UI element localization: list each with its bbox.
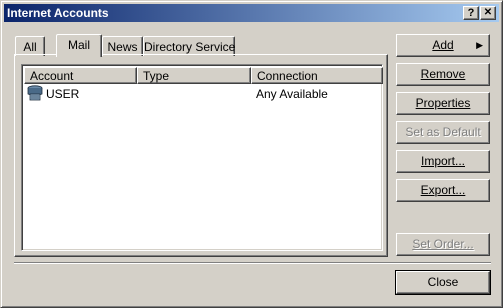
properties-button-label: Properties bbox=[415, 96, 471, 110]
submenu-arrow-icon: ▶ bbox=[476, 40, 483, 50]
close-button[interactable]: Close bbox=[395, 270, 491, 295]
add-button-label: Add bbox=[432, 38, 454, 52]
title-bar[interactable]: Internet Accounts ? ✕ bbox=[4, 4, 499, 22]
export-button[interactable]: Export... bbox=[396, 179, 490, 202]
account-name: USER bbox=[46, 87, 80, 101]
accounts-list[interactable]: Account Type Connection USER Any Availab… bbox=[21, 64, 383, 251]
tab-all[interactable]: All bbox=[15, 36, 45, 56]
tab-directory-service[interactable]: Directory Service bbox=[143, 36, 235, 56]
set-as-default-button[interactable]: Set as Default bbox=[396, 121, 490, 144]
import-button-label: Import... bbox=[420, 154, 465, 168]
internet-accounts-dialog: Internet Accounts ? ✕ All Mail News Dire… bbox=[0, 0, 503, 308]
column-header-account[interactable]: Account bbox=[24, 67, 137, 84]
window-title: Internet Accounts bbox=[7, 6, 109, 20]
mail-server-icon bbox=[26, 85, 44, 105]
divider bbox=[14, 262, 491, 264]
remove-button-label: Remove bbox=[420, 67, 466, 81]
close-window-button[interactable]: ✕ bbox=[480, 6, 496, 20]
add-button[interactable]: Add ▶ bbox=[396, 34, 490, 57]
set-order-button-label: Set Order... bbox=[412, 237, 474, 251]
column-header-connection[interactable]: Connection bbox=[251, 67, 383, 84]
help-button[interactable]: ? bbox=[463, 6, 479, 20]
set-as-default-button-label: Set as Default bbox=[405, 125, 481, 139]
import-button[interactable]: Import... bbox=[396, 150, 490, 173]
set-order-button[interactable]: Set Order... bbox=[396, 233, 490, 256]
tab-mail[interactable]: Mail bbox=[56, 34, 102, 57]
column-header-type[interactable]: Type bbox=[137, 67, 251, 84]
export-button-label: Export... bbox=[420, 183, 466, 197]
account-connection: Any Available bbox=[256, 87, 328, 101]
remove-button[interactable]: Remove bbox=[396, 63, 490, 86]
properties-button[interactable]: Properties bbox=[396, 92, 490, 115]
list-item[interactable]: USER Any Available bbox=[24, 85, 380, 103]
tab-news[interactable]: News bbox=[102, 36, 143, 56]
